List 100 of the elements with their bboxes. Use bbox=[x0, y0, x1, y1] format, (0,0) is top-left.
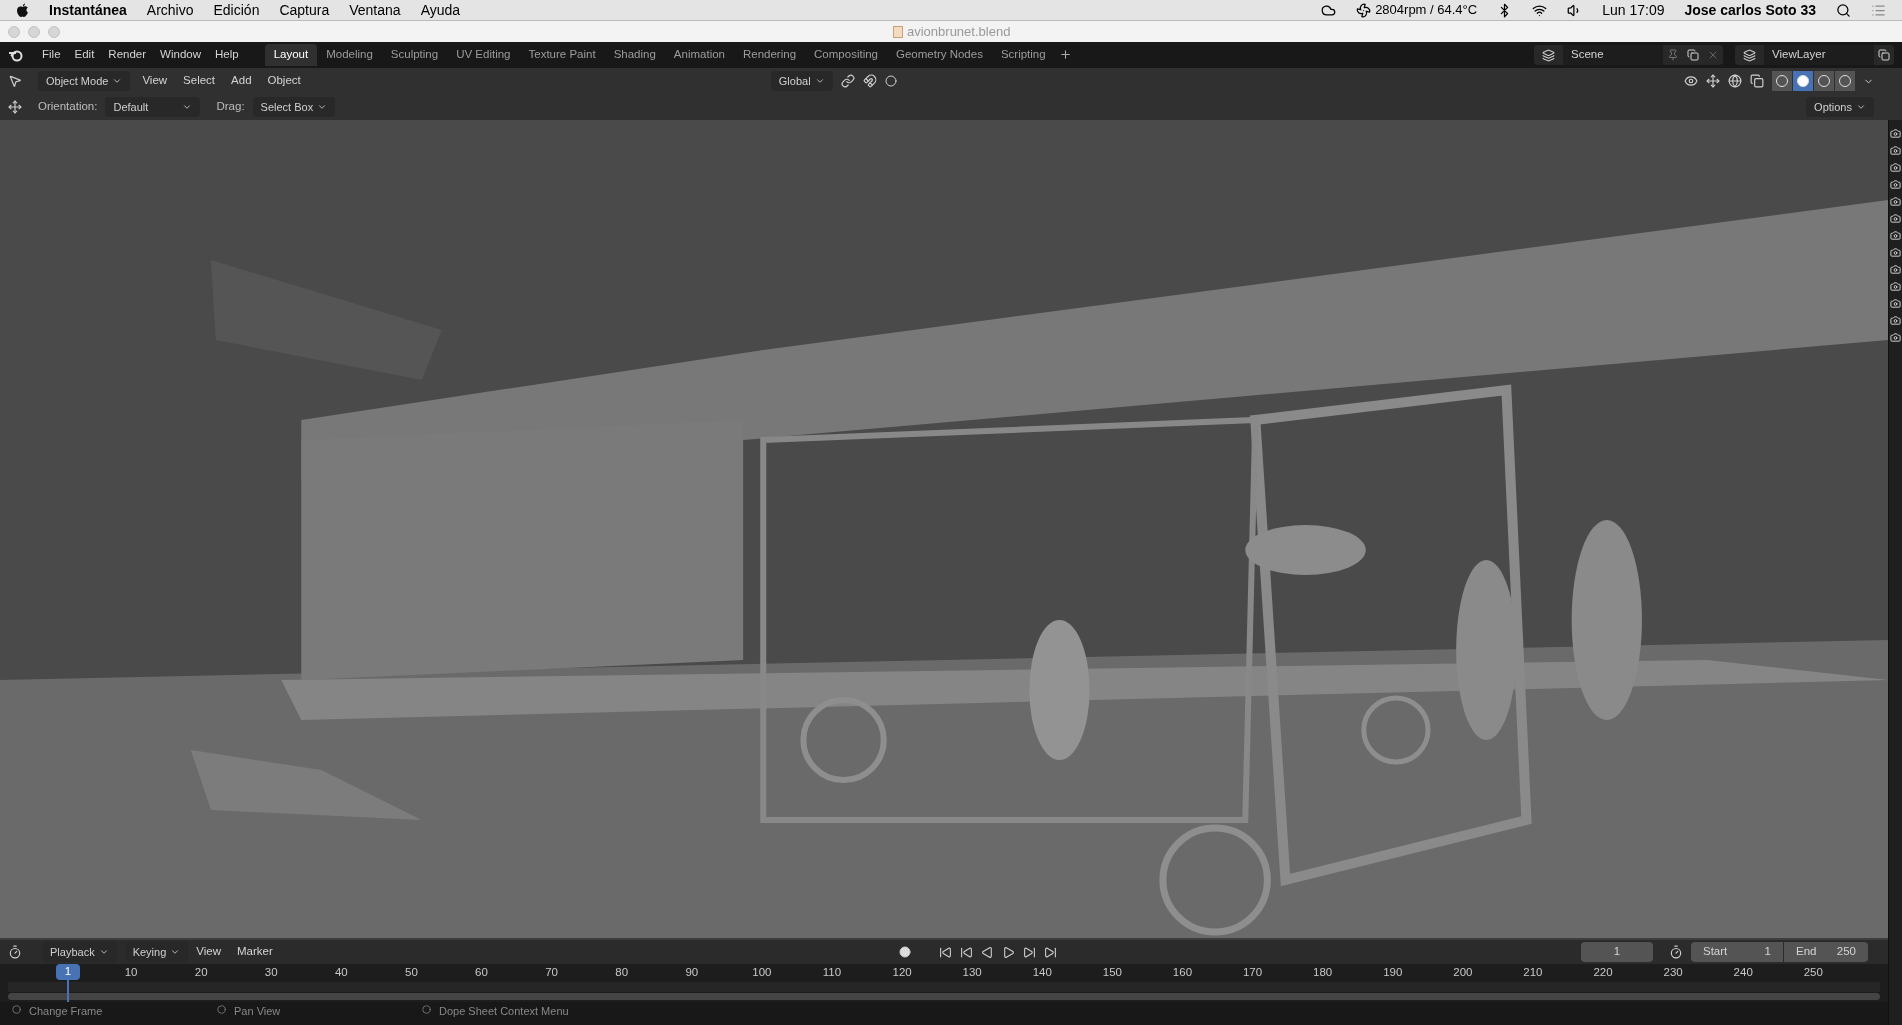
play-icon[interactable] bbox=[1001, 945, 1015, 959]
camera-icon[interactable] bbox=[1890, 179, 1901, 190]
menu-item[interactable]: Edición bbox=[213, 0, 260, 21]
mode-dropdown[interactable]: Object Mode bbox=[38, 71, 131, 91]
menu-item[interactable]: Select bbox=[179, 72, 220, 90]
drag-dropdown[interactable]: Select Box bbox=[252, 97, 336, 117]
frame-tick-label: 180 bbox=[1312, 965, 1334, 981]
shading-mode-button[interactable] bbox=[1772, 71, 1792, 91]
workspace-tab[interactable]: Rendering bbox=[734, 44, 806, 66]
menu-item[interactable]: Ayuda bbox=[420, 0, 461, 21]
caret-icon bbox=[1856, 102, 1866, 112]
menu-item[interactable]: Window bbox=[154, 46, 207, 64]
wifi-icon[interactable] bbox=[1532, 2, 1548, 18]
camera-icon[interactable] bbox=[1890, 315, 1901, 326]
frame-tick-label: 20 bbox=[193, 965, 209, 981]
workspace-tab[interactable]: Animation bbox=[664, 44, 734, 66]
menu-item[interactable]: Add bbox=[227, 72, 256, 90]
orientation-dropdown[interactable]: Default bbox=[105, 97, 201, 117]
close-icon[interactable] bbox=[1707, 49, 1719, 61]
menu-item[interactable]: Captura bbox=[279, 0, 330, 21]
menu-item[interactable]: Help bbox=[209, 46, 245, 64]
search-icon[interactable] bbox=[1836, 2, 1851, 18]
workspace-tab[interactable]: Geometry Nodes bbox=[887, 44, 992, 66]
menu-item[interactable]: Ventana bbox=[349, 0, 401, 21]
camera-icon[interactable] bbox=[1890, 128, 1901, 139]
camera-icon[interactable] bbox=[1890, 298, 1901, 309]
pin-icon[interactable] bbox=[1667, 49, 1679, 61]
record-icon[interactable] bbox=[898, 946, 911, 958]
play-reverse-icon[interactable] bbox=[980, 945, 994, 959]
options-dropdown[interactable]: Options bbox=[1806, 97, 1874, 117]
current-frame-field[interactable]: 1 bbox=[1581, 942, 1653, 962]
start-label: Start bbox=[1703, 944, 1728, 960]
keying-dropdown[interactable]: Keying bbox=[124, 942, 189, 962]
end-value: 250 bbox=[1836, 944, 1856, 960]
add-workspace-icon[interactable] bbox=[1058, 48, 1072, 61]
caret-icon bbox=[317, 102, 328, 112]
camera-icon[interactable] bbox=[1890, 196, 1901, 207]
camera-icon[interactable] bbox=[1890, 247, 1901, 258]
workspace-tab[interactable]: Layout bbox=[264, 44, 318, 66]
playhead[interactable]: 1 bbox=[56, 964, 80, 980]
stopwatch-icon[interactable] bbox=[1669, 945, 1683, 959]
menu-item[interactable]: File bbox=[36, 46, 67, 64]
caret-icon bbox=[170, 947, 181, 957]
camera-icon[interactable] bbox=[1890, 230, 1901, 241]
menu-item[interactable]: View bbox=[196, 943, 221, 961]
app-name[interactable]: Instantánea bbox=[49, 0, 127, 21]
file-icon bbox=[893, 25, 903, 38]
view-layer-selector[interactable]: ViewLayer bbox=[1735, 45, 1894, 65]
workspace-tab[interactable]: Compositing bbox=[805, 44, 887, 66]
playback-dropdown[interactable]: Playback bbox=[42, 942, 117, 962]
workspace-tab[interactable]: Modeling bbox=[317, 44, 382, 66]
scene-selector[interactable]: Scene bbox=[1534, 45, 1723, 65]
apple-icon[interactable] bbox=[16, 2, 29, 18]
camera-icon[interactable] bbox=[1890, 281, 1901, 292]
clock[interactable]: Lun 17:09 bbox=[1602, 0, 1665, 21]
frame-tick-label: 170 bbox=[1241, 965, 1264, 981]
transform-orientation-dropdown[interactable]: Global bbox=[770, 71, 833, 91]
user-name[interactable]: Jose carlos Soto 33 bbox=[1684, 0, 1816, 21]
menu-item[interactable]: Archivo bbox=[146, 0, 194, 21]
proportional-edit-icon[interactable] bbox=[884, 75, 897, 87]
next-keyframe-icon[interactable] bbox=[1022, 945, 1036, 959]
shading-mode-button[interactable] bbox=[1814, 71, 1834, 91]
frame-tick-label: 80 bbox=[614, 965, 630, 981]
frame-tick-label: 10 bbox=[123, 965, 139, 981]
shading-mode-button[interactable] bbox=[1793, 71, 1813, 91]
camera-icon[interactable] bbox=[1890, 264, 1901, 275]
jump-start-icon[interactable] bbox=[938, 945, 952, 959]
fan-icon[interactable] bbox=[1356, 2, 1372, 18]
fan-status[interactable]: 2804rpm / 64.4°C bbox=[1375, 0, 1478, 20]
copy-icon[interactable] bbox=[1878, 49, 1890, 61]
copy-icon[interactable] bbox=[1687, 49, 1699, 61]
camera-icon[interactable] bbox=[1890, 162, 1901, 173]
menu-item[interactable]: Object bbox=[263, 72, 305, 90]
list-icon[interactable] bbox=[1871, 2, 1886, 18]
camera-icon[interactable] bbox=[1890, 213, 1901, 224]
workspace-tab[interactable]: Shading bbox=[604, 44, 665, 66]
shading-mode-button[interactable] bbox=[1835, 71, 1855, 91]
move-icon[interactable] bbox=[8, 100, 22, 114]
cloud-icon[interactable] bbox=[1321, 2, 1337, 18]
workspace-tab[interactable]: Scripting bbox=[991, 44, 1055, 66]
menu-item[interactable]: Marker bbox=[237, 943, 273, 961]
frame-tick-label: 210 bbox=[1522, 965, 1544, 981]
frame-tick-label: 100 bbox=[751, 965, 773, 981]
end-frame-field[interactable]: End 250 bbox=[1784, 942, 1868, 962]
workspace-tab[interactable]: Texture Paint bbox=[519, 44, 605, 66]
camera-icon[interactable] bbox=[1890, 145, 1901, 156]
timeline-scrollbar[interactable] bbox=[8, 993, 1880, 1000]
menu-item[interactable]: Edit bbox=[68, 46, 101, 64]
start-frame-field[interactable]: Start 1 bbox=[1691, 942, 1783, 962]
previous-keyframe-icon[interactable] bbox=[959, 945, 973, 959]
caret-icon bbox=[98, 947, 109, 957]
workspace-tab[interactable]: Sculpting bbox=[381, 44, 448, 66]
camera-icon[interactable] bbox=[1890, 332, 1901, 343]
menu-item[interactable]: Render bbox=[102, 46, 153, 64]
blender-logo-icon[interactable] bbox=[8, 48, 24, 62]
jump-end-icon[interactable] bbox=[1043, 945, 1057, 959]
visibility-icon[interactable] bbox=[1684, 74, 1698, 88]
menu-item[interactable]: View bbox=[138, 72, 172, 90]
frame-tick-label: 230 bbox=[1662, 965, 1684, 981]
workspace-tab[interactable]: UV Editing bbox=[447, 44, 520, 66]
